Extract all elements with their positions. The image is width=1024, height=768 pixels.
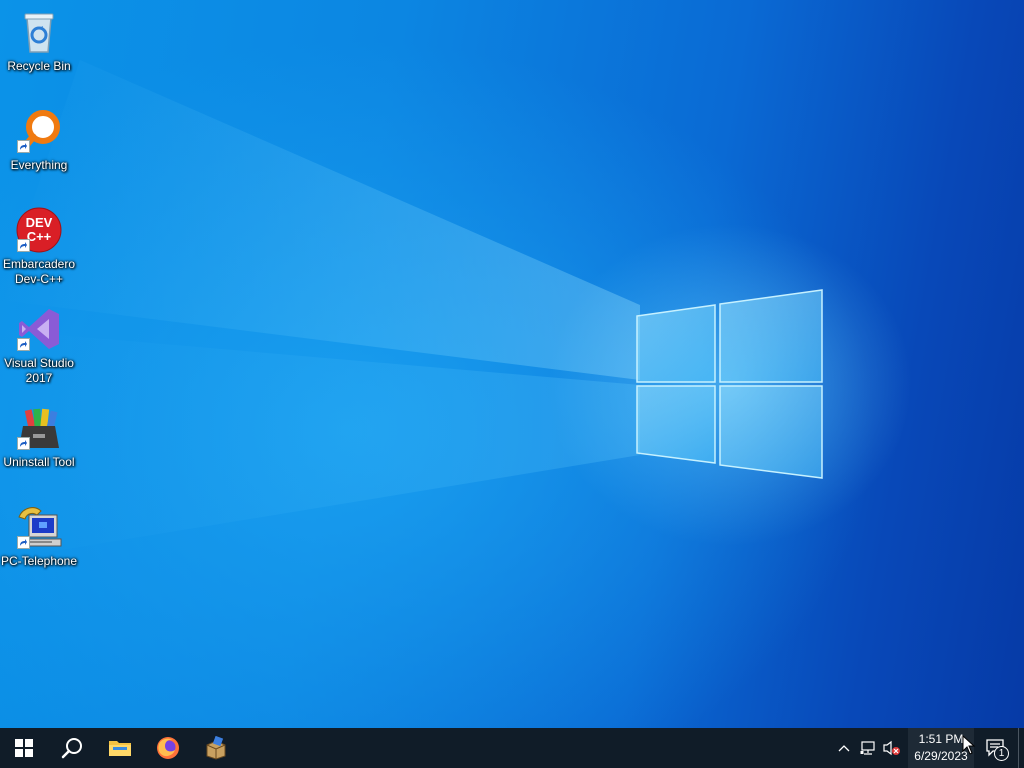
start-button[interactable] <box>0 728 48 768</box>
desktop-icon-pc-telephone[interactable]: PC-Telephone <box>0 499 78 595</box>
search-button[interactable] <box>48 728 96 768</box>
show-hidden-icons-button[interactable] <box>832 728 856 768</box>
desktop-icon-label: Everything <box>10 158 68 172</box>
desktop-icon-label: Uninstall Tool <box>3 455 75 469</box>
devcpp-icon: DEV C++ <box>15 206 63 254</box>
network-icon <box>860 741 875 755</box>
taskbar: 1:51 PM 6/29/2023 1 <box>0 728 1024 768</box>
desktop-icon-uninstall-tool[interactable]: Uninstall Tool <box>0 400 78 496</box>
notification-count-badge: 1 <box>994 746 1009 761</box>
shortcut-arrow-icon <box>17 437 30 450</box>
volume-muted-icon <box>883 740 900 756</box>
everything-search-icon <box>15 107 63 155</box>
recycle-bin-icon <box>15 8 63 56</box>
package-icon <box>206 736 226 760</box>
windows-logo-icon <box>15 739 33 757</box>
volume-button[interactable] <box>880 728 904 768</box>
desktop-icon-visual-studio[interactable]: Visual Studio 2017 <box>0 301 78 397</box>
pc-telephone-icon <box>15 503 63 551</box>
action-center-button[interactable]: 1 <box>974 728 1018 768</box>
network-button[interactable] <box>856 728 880 768</box>
installer-button[interactable] <box>192 728 240 768</box>
shortcut-arrow-icon <box>17 338 30 351</box>
svg-text:C++: C++ <box>27 229 52 244</box>
chevron-up-icon <box>838 745 850 752</box>
clock-time: 1:51 PM <box>918 732 964 746</box>
desktop-icon-label: PC-Telephone <box>0 554 78 568</box>
show-desktop-button[interactable] <box>1018 728 1024 768</box>
file-explorer-button[interactable] <box>96 728 144 768</box>
desktop-icon-label: Recycle Bin <box>7 59 71 73</box>
search-icon <box>61 738 82 759</box>
desktop-icon-recycle-bin[interactable]: Recycle Bin <box>0 4 78 100</box>
folder-icon <box>109 741 131 756</box>
uninstall-tool-icon <box>15 404 63 452</box>
clock-date: 6/29/2023 <box>914 749 968 763</box>
system-tray: 1:51 PM 6/29/2023 1 <box>832 728 1024 768</box>
desktop-icon-everything[interactable]: Everything <box>0 103 78 199</box>
shortcut-arrow-icon <box>17 140 30 153</box>
visual-studio-icon <box>15 305 63 353</box>
windows-logo-wallpaper <box>636 289 823 479</box>
desktop-icon-devcpp[interactable]: DEV C++ Embarcadero Dev-C++ <box>0 202 78 298</box>
firefox-button[interactable] <box>144 728 192 768</box>
mouse-cursor-icon <box>962 735 976 755</box>
firefox-icon <box>157 737 179 759</box>
desktop-wallpaper <box>0 0 1024 728</box>
desktop-icon-label: Visual Studio 2017 <box>4 356 74 385</box>
shortcut-arrow-icon <box>17 536 30 549</box>
shortcut-arrow-icon <box>17 239 30 252</box>
svg-text:DEV: DEV <box>26 215 53 230</box>
desktop-icon-label: Embarcadero Dev-C++ <box>2 257 76 286</box>
